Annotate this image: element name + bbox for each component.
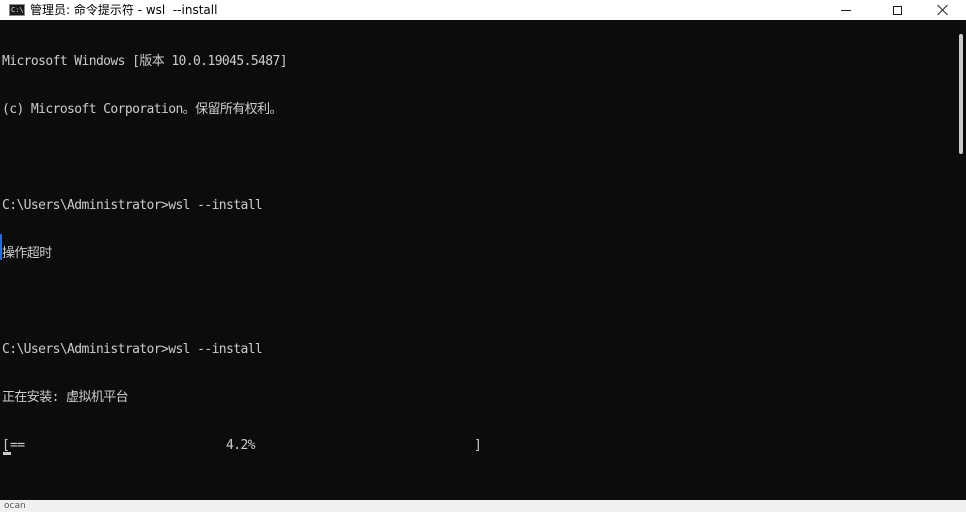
close-icon [937,4,949,16]
console-line-blank [2,294,952,310]
progress-fill: == [10,438,25,453]
app-icon-text: C:\ [11,6,24,14]
console-line-command: C:\Users\Administrator>wsl --install [2,198,263,213]
close-button[interactable] [920,0,966,20]
background-window-edge [0,234,2,260]
console-line-command: C:\Users\Administrator>wsl --install [2,342,263,357]
install-progress-bar: [ == 4.2% ] [2,438,952,455]
maximize-icon [892,5,902,15]
background-strip: ocan [0,500,966,512]
scrollbar-thumb[interactable] [959,34,963,154]
console-output[interactable]: Microsoft Windows [版本 10.0.19045.5487] (… [2,22,952,498]
minimize-icon [841,9,851,11]
console-line-installing: 正在安装: 虚拟机平台 [2,390,129,405]
window-title: 管理员: 命令提示符 - wsl --install [30,3,218,17]
title-bar[interactable]: C:\ 管理员: 命令提示符 - wsl --install [0,0,966,20]
vertical-scrollbar[interactable] [952,20,966,500]
text-cursor [3,452,11,455]
console-line-blank [2,150,952,166]
maximize-button[interactable] [874,0,920,20]
console-line-timeout: 操作超时 [2,246,52,261]
cmd-window: C:\ 管理员: 命令提示符 - wsl --install Microsoft… [0,0,966,500]
cmd-app-icon[interactable]: C:\ [9,4,25,16]
background-text-fragment: ocan [4,501,26,511]
progress-close-bracket: ] [474,438,482,453]
console-line-copyright: (c) Microsoft Corporation。保留所有权利。 [2,102,282,117]
console-line-version: Microsoft Windows [版本 10.0.19045.5487] [2,54,288,69]
progress-percent: 4.2% [226,438,256,453]
window-controls [818,0,966,20]
minimize-button[interactable] [818,0,874,20]
